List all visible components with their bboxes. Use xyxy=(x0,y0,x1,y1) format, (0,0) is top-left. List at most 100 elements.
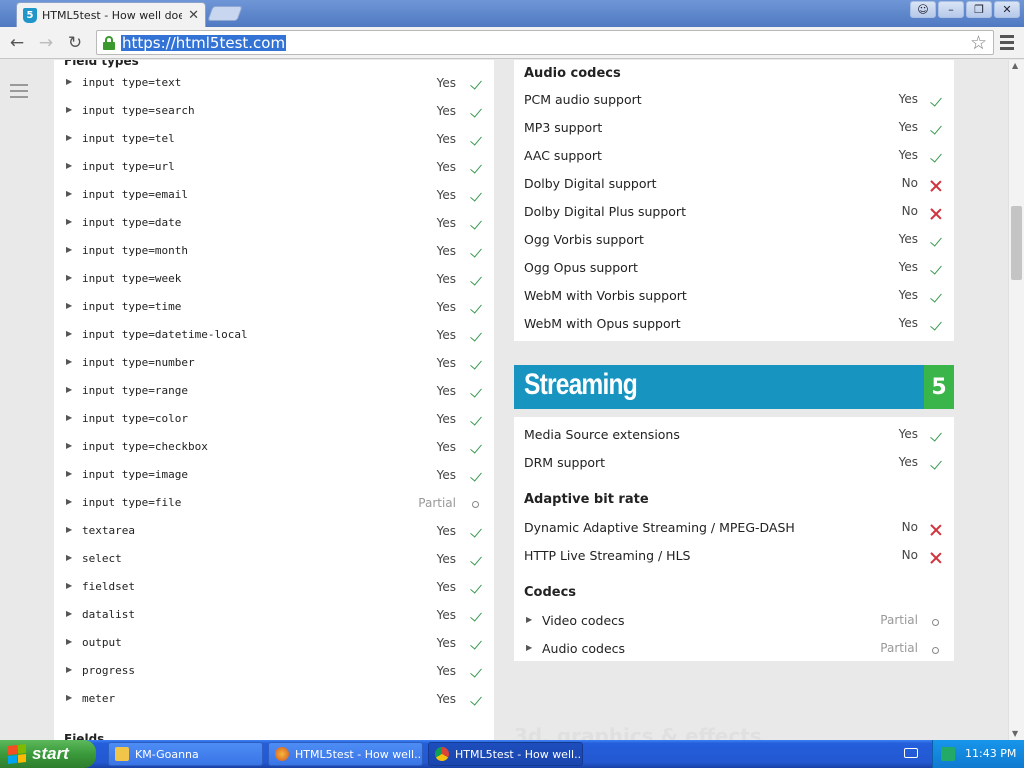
feature-name: fieldset xyxy=(82,580,135,593)
feature-row[interactable]: ▶ input type=file Partial xyxy=(54,492,494,520)
feature-row[interactable]: ▶ input type=number Yes xyxy=(54,352,494,380)
scroll-down-arrow-icon[interactable]: ▼ xyxy=(1012,729,1018,738)
feature-row[interactable]: ▶ input type=checkbox Yes xyxy=(54,436,494,464)
hamburger-menu-icon[interactable] xyxy=(10,84,28,102)
feature-result: No xyxy=(901,520,918,534)
feature-name: input type=week xyxy=(82,272,182,285)
expand-arrow-icon[interactable]: ▶ xyxy=(66,525,72,534)
feature-result: Yes xyxy=(436,356,456,370)
expand-arrow-icon[interactable]: ▶ xyxy=(66,105,72,114)
taskbar-item-browser[interactable]: HTML5test - How well... xyxy=(268,742,423,766)
field-types-card: Field types Fields ▶ input type=text Yes ▶ i… xyxy=(54,60,494,740)
expand-arrow-icon[interactable]: ▶ xyxy=(526,643,532,652)
expand-arrow-icon[interactable]: ▶ xyxy=(526,615,532,624)
vertical-scrollbar[interactable]: ▲ ▼ xyxy=(1008,60,1024,740)
expand-arrow-icon[interactable]: ▶ xyxy=(66,245,72,254)
feature-row[interactable]: ▶ input type=date Yes xyxy=(54,212,494,240)
feature-row[interactable]: ▶ input type=image Yes xyxy=(54,464,494,492)
feature-result: Yes xyxy=(436,132,456,146)
restore-icon[interactable]: ❐ xyxy=(966,1,992,18)
folder-icon xyxy=(115,747,129,761)
expand-arrow-icon[interactable]: ▶ xyxy=(66,469,72,478)
cross-icon xyxy=(929,207,943,221)
feature-row[interactable]: ▶ input type=email Yes xyxy=(54,184,494,212)
expand-arrow-icon[interactable]: ▶ xyxy=(66,413,72,422)
expand-arrow-icon[interactable]: ▶ xyxy=(66,693,72,702)
expand-arrow-icon[interactable]: ▶ xyxy=(66,77,72,86)
check-icon xyxy=(469,302,483,316)
expand-arrow-icon[interactable]: ▶ xyxy=(66,637,72,646)
close-icon[interactable]: ✕ xyxy=(994,1,1020,18)
expand-arrow-icon[interactable]: ▶ xyxy=(66,553,72,562)
expand-arrow-icon[interactable]: ▶ xyxy=(66,441,72,450)
expand-arrow-icon[interactable]: ▶ xyxy=(66,609,72,618)
feature-row[interactable]: ▶ textarea Yes xyxy=(54,520,494,548)
expand-arrow-icon[interactable]: ▶ xyxy=(66,161,72,170)
check-icon xyxy=(469,246,483,260)
expand-arrow-icon[interactable]: ▶ xyxy=(66,273,72,282)
taskbar-item-label: KM-Goanna xyxy=(135,747,199,761)
expand-arrow-icon[interactable]: ▶ xyxy=(66,581,72,590)
browser-tab[interactable]: 5 HTML5test - How well does y ✕ xyxy=(16,2,206,27)
feature-row[interactable]: ▶ Video codecs Partial xyxy=(514,607,954,635)
feature-name: datalist xyxy=(82,608,135,621)
expand-arrow-icon[interactable]: ▶ xyxy=(66,189,72,198)
expand-arrow-icon[interactable]: ▶ xyxy=(66,357,72,366)
feature-row: DRM support Yes xyxy=(514,449,954,477)
feature-result: Yes xyxy=(436,440,456,454)
start-button[interactable]: start xyxy=(0,740,96,768)
expand-arrow-icon[interactable]: ▶ xyxy=(66,217,72,226)
address-bar[interactable]: https://html5test.com ☆ xyxy=(96,30,994,55)
forward-icon[interactable]: → xyxy=(35,32,57,54)
windows-logo-icon xyxy=(8,744,26,764)
feature-row[interactable]: ▶ datalist Yes xyxy=(54,604,494,632)
lock-icon xyxy=(103,36,115,50)
taskbar-item-chrome[interactable]: HTML5test - How well... xyxy=(428,742,583,766)
expand-arrow-icon[interactable]: ▶ xyxy=(66,665,72,674)
user-icon[interactable]: ☺ xyxy=(910,1,936,18)
chrome-menu-icon[interactable] xyxy=(998,32,1016,54)
expand-arrow-icon[interactable]: ▶ xyxy=(66,497,72,506)
back-icon[interactable]: ← xyxy=(6,32,28,54)
feature-row[interactable]: ▶ input type=datetime-local Yes xyxy=(54,324,494,352)
feature-result: No xyxy=(901,548,918,562)
feature-row[interactable]: ▶ input type=color Yes xyxy=(54,408,494,436)
feature-name: WebM with Opus support xyxy=(524,316,681,331)
feature-row[interactable]: ▶ Audio codecs Partial xyxy=(514,635,954,663)
feature-row[interactable]: ▶ input type=tel Yes xyxy=(54,128,494,156)
scroll-up-arrow-icon[interactable]: ▲ xyxy=(1012,61,1018,70)
expand-arrow-icon[interactable]: ▶ xyxy=(66,385,72,394)
taskbar-item-folder[interactable]: KM-Goanna xyxy=(108,742,263,766)
scroll-thumb[interactable] xyxy=(1011,206,1022,280)
check-icon xyxy=(469,274,483,288)
check-icon xyxy=(929,430,943,444)
feature-row[interactable]: ▶ input type=time Yes xyxy=(54,296,494,324)
expand-arrow-icon[interactable]: ▶ xyxy=(66,301,72,310)
feature-row[interactable]: ▶ select Yes xyxy=(54,548,494,576)
new-tab-button[interactable] xyxy=(207,6,243,21)
feature-row: Media Source extensions Yes xyxy=(514,421,954,449)
window-controls: ☺ – ❐ ✕ xyxy=(910,1,1020,18)
reload-icon[interactable]: ↻ xyxy=(64,32,86,54)
feature-row[interactable]: ▶ fieldset Yes xyxy=(54,576,494,604)
feature-result: Yes xyxy=(436,76,456,90)
feature-row[interactable]: ▶ progress Yes xyxy=(54,660,494,688)
network-icon[interactable] xyxy=(941,747,955,761)
feature-row[interactable]: ▶ input type=url Yes xyxy=(54,156,494,184)
feature-name: input type=search xyxy=(82,104,195,117)
feature-row[interactable]: ▶ meter Yes xyxy=(54,688,494,716)
url-text[interactable]: https://html5test.com xyxy=(121,35,287,51)
expand-arrow-icon[interactable]: ▶ xyxy=(66,133,72,142)
bookmark-star-icon[interactable]: ☆ xyxy=(970,32,987,54)
expand-arrow-icon[interactable]: ▶ xyxy=(66,329,72,338)
feature-row[interactable]: ▶ input type=month Yes xyxy=(54,240,494,268)
feature-row[interactable]: ▶ input type=search Yes xyxy=(54,100,494,128)
feature-row[interactable]: ▶ input type=week Yes xyxy=(54,268,494,296)
feature-row[interactable]: ▶ input type=range Yes xyxy=(54,380,494,408)
feature-result: Yes xyxy=(898,455,918,469)
minimize-icon[interactable]: – xyxy=(938,1,964,18)
tab-close-icon[interactable]: ✕ xyxy=(188,8,199,23)
keyboard-icon[interactable] xyxy=(904,748,918,758)
feature-row[interactable]: ▶ input type=text Yes xyxy=(54,72,494,100)
feature-row[interactable]: ▶ output Yes xyxy=(54,632,494,660)
